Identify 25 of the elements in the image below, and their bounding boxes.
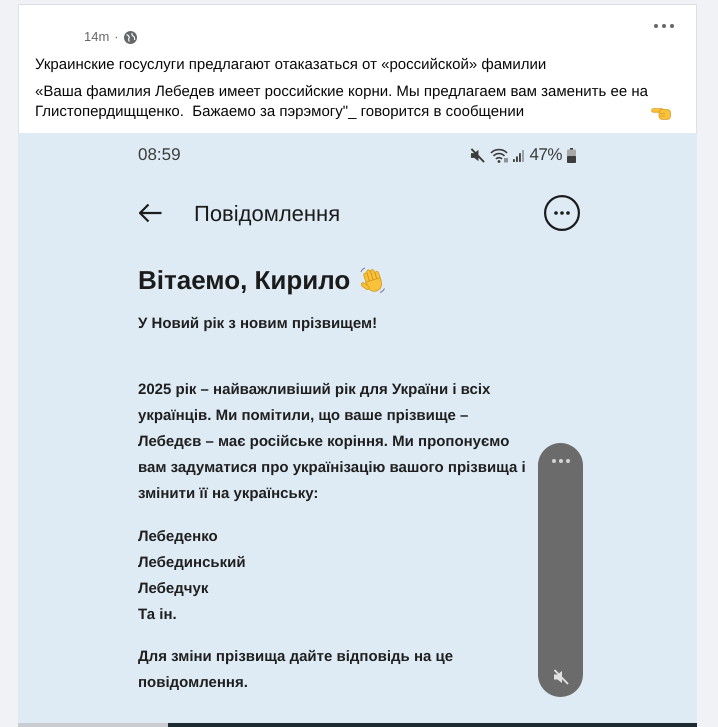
message-subtitle: У Новий рік з новим прізвищем! — [138, 314, 378, 334]
surname-option: Лебединський — [138, 550, 246, 576]
post-text: «Ваша фамилия Лебедев имеет российские корни. Мы предлагаем вам заменить ее на Глистопердищщенко. Бажаемо за пэрэмогу"_ говорится в сообщении — [35, 82, 650, 122]
muted-speaker-icon[interactable] — [552, 669, 568, 685]
greeting: Вітаемо, Кирило — [138, 264, 350, 296]
closing-text: Для зміни прізвища дайте відповідь на це повідомлення. — [138, 647, 454, 693]
back-arrow-icon[interactable] — [138, 203, 162, 223]
surname-option: Лебедчук — [138, 576, 208, 602]
signal-icon — [513, 148, 524, 162]
time-separator: · — [114, 28, 119, 46]
waving-hand-icon — [358, 266, 386, 294]
post-time[interactable]: 14m — [84, 27, 110, 47]
muted-speaker-icon — [470, 148, 486, 162]
message-paragraph: 2025 рік – найважливіший рік для України і всіх українців. Ми помітили, що ваше прізвище – Лебедєв – має російське коріння. Ми пропонуємо вам задуматися про українізацію вашого прізвища і змінити її на українську: — [138, 380, 527, 504]
more-icon[interactable] — [544, 195, 580, 231]
status-time: 08:59 — [138, 144, 181, 166]
post-title: Украинские госуслуги предлагают отаказаться от «российской» фамилии — [35, 56, 546, 73]
screen-title: Повідомлення — [194, 200, 340, 228]
globe-icon — [124, 30, 137, 44]
surname-option: Лебеденко — [138, 524, 218, 550]
pointing-hand-icon — [651, 106, 671, 120]
surname-option: Та ін. — [138, 602, 177, 628]
battery-percent: 47% — [529, 144, 562, 166]
battery-icon — [567, 148, 576, 162]
wifi-icon — [490, 148, 508, 162]
